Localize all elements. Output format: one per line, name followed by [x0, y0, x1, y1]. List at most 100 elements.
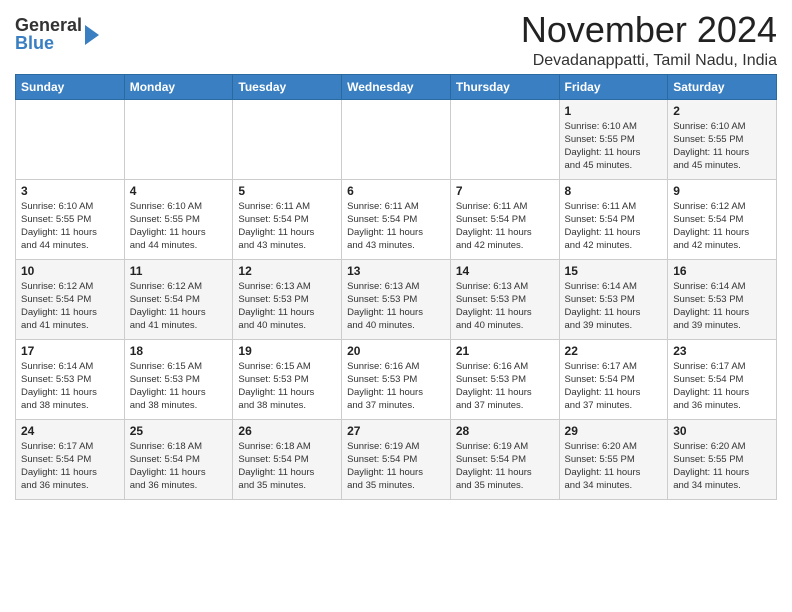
day-info: Sunrise: 6:10 AM Sunset: 5:55 PM Dayligh… [130, 200, 228, 253]
day-number: 11 [130, 264, 228, 278]
calendar-day-cell: 30Sunrise: 6:20 AM Sunset: 5:55 PM Dayli… [668, 419, 777, 499]
day-number: 15 [565, 264, 663, 278]
calendar-day-cell: 14 Sunrise: 6:13 AM Sunset: 5:53 PM Dayli… [450, 259, 559, 339]
day-info: Sunrise: 6:11 AM Sunset: 5:54 PM Dayligh… [347, 200, 445, 253]
calendar-day-cell: 9Sunrise: 6:12 AM Sunset: 5:54 PM Daylig… [668, 179, 777, 259]
day-number: 1 [565, 104, 663, 118]
day-number: 27 [347, 424, 445, 438]
calendar-day-cell: 8 Sunrise: 6:11 AM Sunset: 5:54 PM Daylig… [559, 179, 668, 259]
day-number: 6 [347, 184, 445, 198]
calendar-day-cell [450, 99, 559, 179]
calendar-day-cell: 1 Sunrise: 6:10 AM Sunset: 5:55 PM Daylig… [559, 99, 668, 179]
day-number: 14 [456, 264, 554, 278]
calendar-day-cell: 11 Sunrise: 6:12 AM Sunset: 5:54 PM Dayli… [124, 259, 233, 339]
day-info: Sunrise: 6:20 AM Sunset: 5:55 PM Dayligh… [565, 440, 663, 493]
day-number: 13 [347, 264, 445, 278]
calendar-day-cell: 25 Sunrise: 6:18 AM Sunset: 5:54 PM Dayli… [124, 419, 233, 499]
day-number: 16 [673, 264, 771, 278]
day-info: Sunrise: 6:14 AM Sunset: 5:53 PM Dayligh… [673, 280, 771, 333]
logo: General Blue [15, 10, 99, 52]
day-info: Sunrise: 6:19 AM Sunset: 5:54 PM Dayligh… [347, 440, 445, 493]
calendar-week-row: 3 Sunrise: 6:10 AM Sunset: 5:55 PM Daylig… [16, 179, 777, 259]
day-info: Sunrise: 6:10 AM Sunset: 5:55 PM Dayligh… [21, 200, 119, 253]
calendar-day-cell: 6 Sunrise: 6:11 AM Sunset: 5:54 PM Daylig… [342, 179, 451, 259]
calendar-day-cell [16, 99, 125, 179]
day-info: Sunrise: 6:12 AM Sunset: 5:54 PM Dayligh… [130, 280, 228, 333]
day-number: 26 [238, 424, 336, 438]
day-info: Sunrise: 6:10 AM Sunset: 5:55 PM Dayligh… [565, 120, 663, 173]
day-info: Sunrise: 6:17 AM Sunset: 5:54 PM Dayligh… [565, 360, 663, 413]
calendar-week-row: 10 Sunrise: 6:12 AM Sunset: 5:54 PM Dayli… [16, 259, 777, 339]
day-number: 18 [130, 344, 228, 358]
day-info: Sunrise: 6:16 AM Sunset: 5:53 PM Dayligh… [456, 360, 554, 413]
day-number: 17 [21, 344, 119, 358]
day-info: Sunrise: 6:13 AM Sunset: 5:53 PM Dayligh… [456, 280, 554, 333]
calendar-day-cell: 19 Sunrise: 6:15 AM Sunset: 5:53 PM Dayli… [233, 339, 342, 419]
day-number: 22 [565, 344, 663, 358]
day-number: 12 [238, 264, 336, 278]
calendar-day-cell: 16 Sunrise: 6:14 AM Sunset: 5:53 PM Dayli… [668, 259, 777, 339]
calendar-day-cell: 23Sunrise: 6:17 AM Sunset: 5:54 PM Dayli… [668, 339, 777, 419]
calendar-day-cell [233, 99, 342, 179]
day-info: Sunrise: 6:18 AM Sunset: 5:54 PM Dayligh… [130, 440, 228, 493]
weekday-header: Sunday [16, 74, 125, 99]
calendar-day-cell: 22 Sunrise: 6:17 AM Sunset: 5:54 PM Dayli… [559, 339, 668, 419]
day-info: Sunrise: 6:12 AM Sunset: 5:54 PM Dayligh… [21, 280, 119, 333]
calendar-day-cell: 18 Sunrise: 6:15 AM Sunset: 5:53 PM Dayli… [124, 339, 233, 419]
day-number: 2 [673, 104, 771, 118]
page-header: General Blue November 2024 Devadanappatt… [15, 10, 777, 70]
calendar-day-cell [124, 99, 233, 179]
day-info: Sunrise: 6:16 AM Sunset: 5:53 PM Dayligh… [347, 360, 445, 413]
calendar-week-row: 24 Sunrise: 6:17 AM Sunset: 5:54 PM Dayli… [16, 419, 777, 499]
day-info: Sunrise: 6:11 AM Sunset: 5:54 PM Dayligh… [565, 200, 663, 253]
calendar-week-row: 17 Sunrise: 6:14 AM Sunset: 5:53 PM Dayli… [16, 339, 777, 419]
day-number: 21 [456, 344, 554, 358]
calendar-day-cell: 4Sunrise: 6:10 AM Sunset: 5:55 PM Daylig… [124, 179, 233, 259]
day-info: Sunrise: 6:19 AM Sunset: 5:54 PM Dayligh… [456, 440, 554, 493]
calendar-day-cell: 27 Sunrise: 6:19 AM Sunset: 5:54 PM Dayli… [342, 419, 451, 499]
day-info: Sunrise: 6:12 AM Sunset: 5:54 PM Dayligh… [673, 200, 771, 253]
day-info: Sunrise: 6:10 AM Sunset: 5:55 PM Dayligh… [673, 120, 771, 173]
calendar-day-cell: 12Sunrise: 6:13 AM Sunset: 5:53 PM Dayli… [233, 259, 342, 339]
day-info: Sunrise: 6:14 AM Sunset: 5:53 PM Dayligh… [21, 360, 119, 413]
calendar-day-cell: 2 Sunrise: 6:10 AM Sunset: 5:55 PM Daylig… [668, 99, 777, 179]
weekday-header: Friday [559, 74, 668, 99]
calendar-header: SundayMondayTuesdayWednesdayThursdayFrid… [16, 74, 777, 99]
day-number: 20 [347, 344, 445, 358]
day-info: Sunrise: 6:14 AM Sunset: 5:53 PM Dayligh… [565, 280, 663, 333]
day-info: Sunrise: 6:13 AM Sunset: 5:53 PM Dayligh… [347, 280, 445, 333]
calendar-day-cell [342, 99, 451, 179]
day-number: 8 [565, 184, 663, 198]
day-info: Sunrise: 6:17 AM Sunset: 5:54 PM Dayligh… [21, 440, 119, 493]
day-number: 29 [565, 424, 663, 438]
calendar-day-cell: 5 Sunrise: 6:11 AM Sunset: 5:54 PM Daylig… [233, 179, 342, 259]
calendar-day-cell: 28 Sunrise: 6:19 AM Sunset: 5:54 PM Dayli… [450, 419, 559, 499]
calendar-week-row: 1 Sunrise: 6:10 AM Sunset: 5:55 PM Daylig… [16, 99, 777, 179]
day-info: Sunrise: 6:15 AM Sunset: 5:53 PM Dayligh… [238, 360, 336, 413]
calendar-day-cell: 21 Sunrise: 6:16 AM Sunset: 5:53 PM Dayli… [450, 339, 559, 419]
location-title: Devadanappatti, Tamil Nadu, India [521, 52, 777, 70]
day-number: 5 [238, 184, 336, 198]
day-info: Sunrise: 6:18 AM Sunset: 5:54 PM Dayligh… [238, 440, 336, 493]
weekday-header: Monday [124, 74, 233, 99]
day-number: 25 [130, 424, 228, 438]
calendar-day-cell: 10 Sunrise: 6:12 AM Sunset: 5:54 PM Dayli… [16, 259, 125, 339]
logo-blue: Blue [15, 34, 82, 52]
calendar-day-cell: 20 Sunrise: 6:16 AM Sunset: 5:53 PM Dayli… [342, 339, 451, 419]
day-number: 19 [238, 344, 336, 358]
calendar-day-cell: 7Sunrise: 6:11 AM Sunset: 5:54 PM Daylig… [450, 179, 559, 259]
calendar-day-cell: 3 Sunrise: 6:10 AM Sunset: 5:55 PM Daylig… [16, 179, 125, 259]
day-number: 30 [673, 424, 771, 438]
day-info: Sunrise: 6:11 AM Sunset: 5:54 PM Dayligh… [238, 200, 336, 253]
calendar-day-cell: 17 Sunrise: 6:14 AM Sunset: 5:53 PM Dayli… [16, 339, 125, 419]
day-number: 3 [21, 184, 119, 198]
day-info: Sunrise: 6:15 AM Sunset: 5:53 PM Dayligh… [130, 360, 228, 413]
day-number: 28 [456, 424, 554, 438]
calendar-day-cell: 24 Sunrise: 6:17 AM Sunset: 5:54 PM Dayli… [16, 419, 125, 499]
day-number: 24 [21, 424, 119, 438]
calendar-table: SundayMondayTuesdayWednesdayThursdayFrid… [15, 74, 777, 500]
calendar-day-cell: 15 Sunrise: 6:14 AM Sunset: 5:53 PM Dayli… [559, 259, 668, 339]
weekday-header: Wednesday [342, 74, 451, 99]
day-number: 10 [21, 264, 119, 278]
day-info: Sunrise: 6:11 AM Sunset: 5:54 PM Dayligh… [456, 200, 554, 253]
